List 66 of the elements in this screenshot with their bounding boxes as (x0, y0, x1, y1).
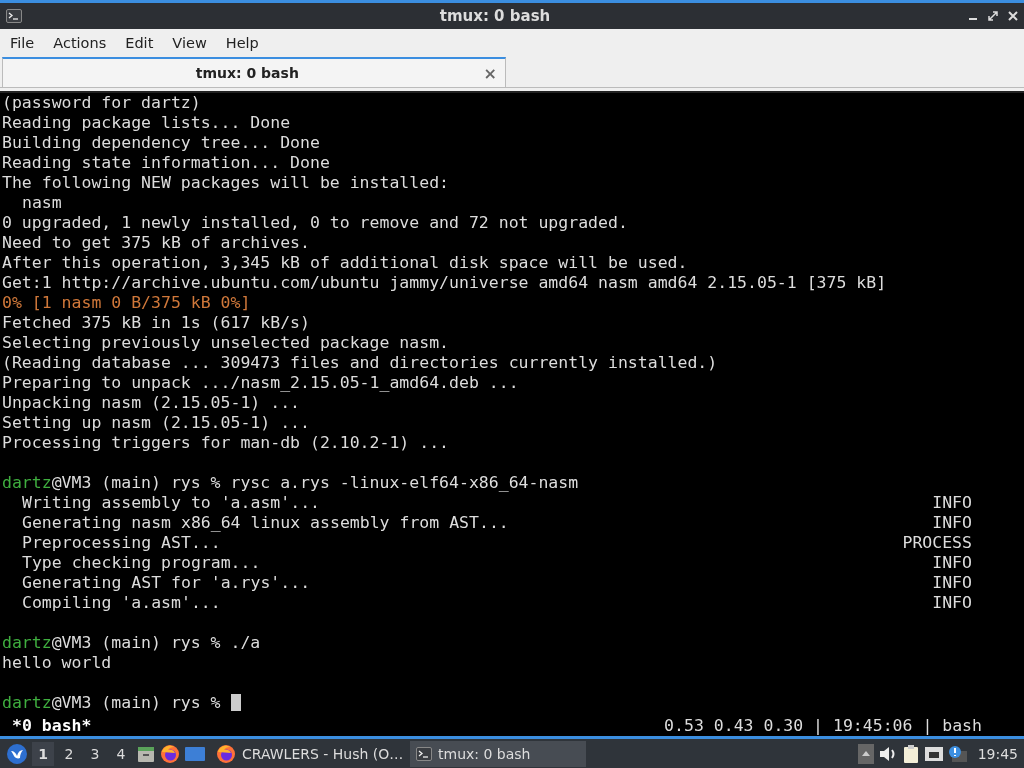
menu-item[interactable]: View (166, 35, 213, 51)
terminal-line: Processing triggers for man-db (2.10.2-1) ... (2, 433, 451, 453)
tmux-status-info: 0.53 0.43 0.30 | 19:45:06 | bash (664, 716, 982, 736)
log-tag: INFO (932, 573, 1024, 593)
taskbar-window-button[interactable]: CRAWLERS - Hush (O… (210, 740, 406, 767)
close-tab-button[interactable]: × (483, 63, 497, 83)
log-tag: INFO (932, 513, 1024, 533)
terminal-line: (Reading database ... 309473 files and directories currently installed.) (2, 353, 719, 373)
menu-item[interactable]: Help (219, 35, 265, 51)
terminal-line: Reading package lists... Done (2, 113, 292, 133)
clipboard-icon[interactable] (901, 743, 920, 764)
terminal-line: Setting up nasm (2.15.05-1) ... (2, 413, 311, 433)
desktop-icon[interactable] (184, 744, 206, 763)
taskbar-window-button[interactable]: tmux: 0 bash (410, 740, 586, 767)
menu-item[interactable]: Edit (119, 35, 160, 51)
log-tag: INFO (932, 593, 1024, 613)
log-message: Type checking program... (21, 553, 262, 573)
log-tag: PROCESS (902, 533, 1024, 553)
close-icon[interactable] (1008, 11, 1018, 21)
terminal-line: After this operation, 3,345 kB of additional disk space will be used. (2, 253, 689, 273)
prompt-user: dartz (2, 693, 52, 713)
log-message: Generating AST for 'a.rys'... (21, 573, 312, 593)
terminal-tab[interactable]: tmux: 0 bash × (2, 57, 506, 87)
terminal-line: nasm (21, 193, 63, 213)
terminal-icon (6, 9, 22, 23)
tmux-window-name: *0 bash* (12, 716, 93, 736)
log-message: Generating nasm x86_64 linux assembly from AST... (21, 513, 510, 533)
browser-icon[interactable] (216, 743, 236, 764)
prompt-user: dartz (2, 633, 52, 653)
tray-expand-icon[interactable] (857, 743, 874, 764)
terminal-line: Selecting previously unselected package nasm. (2, 333, 451, 353)
prompt-command: @VM3 (main) rys % ./a (51, 633, 261, 653)
terminal-line: Get:1 http://archive.ubuntu.com/ubuntu jammy/universe amd64 nasm amd64 2.15.05-1 [375 kB] (2, 273, 888, 293)
terminal-line: Building dependency tree... Done (2, 133, 321, 153)
log-message: Compiling 'a.asm'... (21, 593, 222, 613)
notification-icon[interactable] (947, 744, 968, 763)
terminal-line: Fetched 375 kB in 1s (617 kB/s) (2, 313, 311, 333)
workspace-button[interactable]: 3 (84, 741, 106, 766)
menu-item[interactable]: File (4, 35, 41, 51)
start-menu-icon[interactable] (6, 742, 28, 765)
browser-icon[interactable] (160, 743, 180, 764)
terminal-line: hello world (2, 653, 113, 673)
workspace-button[interactable]: 1 (32, 741, 54, 766)
terminal-line: Unpacking nasm (2.15.05-1) ... (2, 393, 301, 413)
progress-line: 0% [1 nasm 0 B/375 kB 0%] (2, 293, 252, 313)
log-message: Writing assembly to 'a.asm'... (21, 493, 321, 513)
window-title: tmux: 0 bash (438, 7, 552, 25)
log-message: Preprocessing AST... (21, 533, 222, 553)
prompt-command: @VM3 (main) rys % rysc a.rys -linux-elf64-x86_64-nasm (51, 473, 579, 493)
terminal-icon (416, 746, 432, 761)
terminal-line: 0 upgraded, 1 newly installed, 0 to remove and 72 not upgraded. (2, 213, 629, 233)
terminal-line: Reading state information... Done (2, 153, 331, 173)
log-tag: INFO (932, 493, 1024, 513)
workspace-button[interactable]: 4 (110, 741, 132, 766)
prompt-command: @VM3 (main) rys % (51, 693, 221, 713)
maximize-icon[interactable] (988, 11, 998, 21)
terminal-line: (password for dartz) (2, 93, 202, 113)
network-icon[interactable] (923, 744, 944, 763)
workspace-button[interactable]: 2 (58, 741, 80, 766)
terminal-line: Need to get 375 kB of archives. (2, 233, 311, 253)
prompt-user: dartz (2, 473, 52, 493)
clock: 19:45 (977, 745, 1018, 762)
log-tag: INFO (932, 553, 1024, 573)
menu-item[interactable]: Actions (47, 35, 113, 51)
terminal-line: The following NEW packages will be installed: (2, 173, 451, 193)
terminal-line: Preparing to unpack .../nasm_2.15.05-1_amd64.deb ... (2, 373, 520, 393)
